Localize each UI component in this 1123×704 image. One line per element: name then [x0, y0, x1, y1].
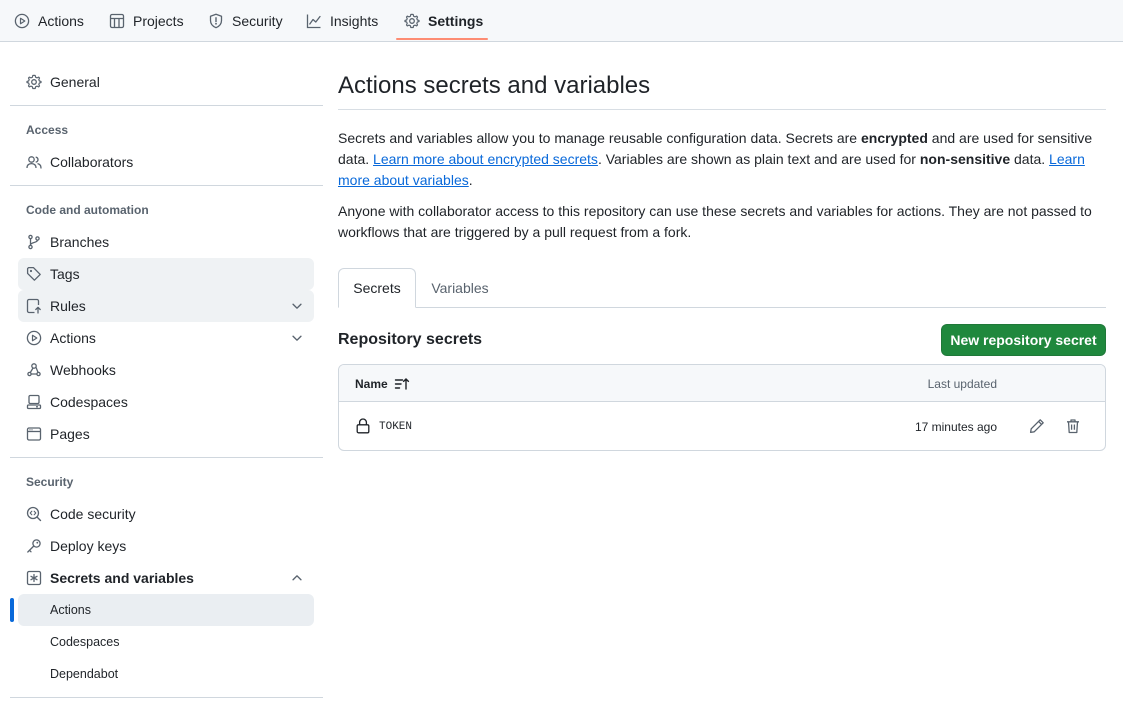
browser-icon — [26, 427, 42, 441]
sidebar-item-label: Collaborators — [50, 154, 134, 170]
gear-icon — [404, 13, 420, 28]
sidebar-divider — [10, 105, 323, 106]
table-icon — [109, 13, 125, 28]
repo-push-icon — [26, 298, 41, 314]
chevron-down-icon — [292, 335, 302, 341]
sidebar-subitem-dependabot[interactable]: Dependabot — [18, 658, 314, 690]
description-emphasis: non-sensitive — [919, 151, 1011, 167]
description-text: Secrets and variables allow you to manag… — [338, 130, 861, 146]
description-emphasis: encrypted — [860, 130, 928, 146]
sidebar-subitem-codespaces[interactable]: Codespaces — [18, 626, 314, 658]
tab-security[interactable]: Security — [200, 0, 291, 41]
repo-navigation: Actions Projects Security Insights Setti… — [0, 0, 1123, 42]
tab-insights[interactable]: Insights — [298, 0, 386, 41]
sidebar-divider — [10, 185, 323, 186]
description-paragraph: Secrets and variables allow you to manag… — [338, 128, 1108, 191]
description-text: . — [468, 172, 473, 188]
tab-insights-label: Insights — [330, 12, 379, 29]
chevron-up-icon — [292, 575, 302, 581]
codescan-icon — [26, 506, 42, 522]
sidebar-item-deploy-keys[interactable]: Deploy keys — [18, 530, 314, 562]
page-title: Actions secrets and variables — [338, 72, 651, 99]
learn-more-secrets-link[interactable]: Learn more about encrypted secrets — [373, 151, 598, 167]
lock-icon — [356, 418, 370, 434]
sidebar-item-label: Rules — [50, 298, 86, 314]
access-note: Anyone with collaborator access to this … — [338, 203, 1092, 240]
sort-ascending-icon — [394, 378, 409, 390]
play-icon — [26, 330, 42, 346]
last-updated-column-header: Last updated — [927, 377, 997, 391]
trash-icon — [1067, 419, 1079, 434]
tab-actions-label: Actions — [38, 12, 84, 29]
tab-settings[interactable]: Settings — [396, 0, 491, 41]
sidebar-item-tags[interactable]: Tags — [18, 258, 314, 290]
sidebar-item-codespaces[interactable]: Codespaces — [18, 386, 314, 418]
sidebar-item-label: Tags — [50, 266, 80, 282]
title-divider — [338, 109, 1106, 110]
tab-projects-label: Projects — [133, 12, 184, 29]
key-icon — [27, 539, 41, 553]
table-row: TOKEN 17 minutes ago — [339, 402, 1105, 450]
sidebar-item-label: Secrets and variables — [50, 570, 194, 586]
sidebar-divider — [10, 457, 323, 458]
chevron-down-icon — [292, 303, 302, 309]
sidebar-item-label: Webhooks — [50, 362, 116, 378]
description-text: . Variables are shown as plain text and … — [597, 151, 920, 167]
tab-projects[interactable]: Projects — [101, 0, 192, 41]
name-column-header[interactable]: Name — [355, 376, 410, 392]
sidebar-heading-security: Security — [26, 475, 74, 489]
sidebar-item-label: General — [50, 74, 100, 90]
delete-secret-button[interactable] — [1061, 414, 1085, 438]
sidebar-heading-code-automation: Code and automation — [26, 203, 149, 217]
name-column-label: Name — [355, 377, 388, 391]
people-icon — [26, 156, 42, 169]
sidebar-item-general[interactable]: General — [18, 66, 314, 98]
tab-secrets[interactable]: Secrets — [338, 268, 416, 308]
active-tab-indicator — [396, 38, 488, 40]
description-text: data. — [1010, 151, 1050, 167]
asterisk-box-icon — [26, 570, 42, 586]
webhook-icon — [27, 363, 41, 377]
tab-actions[interactable]: Actions — [6, 0, 92, 41]
shield-icon — [209, 13, 223, 28]
secret-name: TOKEN — [379, 421, 413, 433]
sidebar-subitem-actions[interactable]: Actions — [18, 594, 314, 626]
new-repository-secret-button[interactable]: New repository secret — [941, 324, 1106, 356]
selected-item-indicator — [10, 598, 14, 622]
edit-secret-button[interactable] — [1025, 414, 1049, 438]
section-title: Repository secrets — [338, 331, 483, 348]
tab-settings-label: Settings — [428, 12, 484, 29]
sidebar-item-label: Codespaces — [50, 394, 128, 410]
sidebar-heading-access: Access — [26, 123, 69, 137]
tab-security-label: Security — [232, 12, 283, 29]
sidebar-item-pages[interactable]: Pages — [18, 418, 314, 450]
branch-icon — [28, 234, 40, 250]
sidebar-item-label: Actions — [50, 330, 96, 346]
codespaces-icon — [26, 394, 42, 410]
sidebar-item-branches[interactable]: Branches — [18, 226, 314, 258]
tag-icon — [26, 266, 41, 281]
sidebar-item-collaborators[interactable]: Collaborators — [18, 146, 314, 178]
secrets-table: Name Last updated TOKEN 17 minutes ago — [338, 364, 1106, 451]
gear-icon — [26, 74, 42, 90]
sidebar-item-actions[interactable]: Actions — [18, 322, 314, 354]
sidebar-item-label: Pages — [50, 426, 90, 442]
sidebar-item-label: Deploy keys — [50, 538, 127, 554]
sidebar-item-secrets-and-variables[interactable]: Secrets and variables — [18, 562, 314, 594]
sidebar-item-label: Code security — [50, 506, 136, 522]
sidebar-item-rules[interactable]: Rules — [18, 290, 314, 322]
sidebar-divider — [10, 697, 323, 698]
tab-variables[interactable]: Variables — [420, 268, 500, 308]
table-header: Name Last updated — [339, 365, 1105, 402]
sidebar-item-label: Branches — [50, 234, 110, 250]
sidebar-item-webhooks[interactable]: Webhooks — [18, 354, 314, 386]
play-icon — [14, 13, 30, 28]
sidebar-item-code-security[interactable]: Code security — [18, 498, 314, 530]
pencil-icon — [1029, 419, 1044, 434]
graph-icon — [306, 14, 321, 28]
secret-last-updated: 17 minutes ago — [914, 420, 997, 434]
